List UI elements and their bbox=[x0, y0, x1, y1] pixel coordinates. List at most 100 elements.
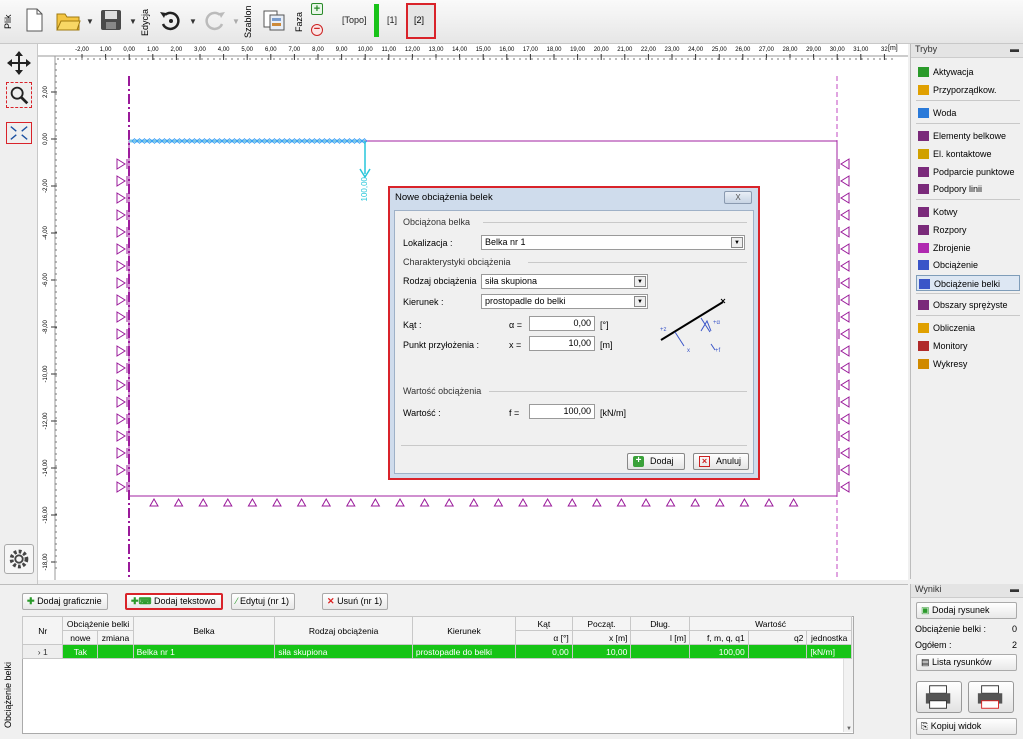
mode-item-13[interactable]: Obszary sprężyste bbox=[916, 297, 1020, 313]
mode-item-16[interactable]: Wykresy bbox=[916, 356, 1020, 372]
left-support bbox=[116, 447, 126, 459]
modes-panel-header: Tryby ▬ bbox=[911, 44, 1023, 58]
add-graphically-button[interactable]: ✚ Dodaj graficznie bbox=[22, 593, 108, 610]
chevron-down-icon[interactable]: ▼ bbox=[634, 276, 646, 287]
template-icon[interactable] bbox=[260, 6, 288, 34]
stage-2-button[interactable]: [2] bbox=[406, 3, 436, 39]
add-button[interactable]: + Dodaj bbox=[627, 453, 685, 470]
edit-menu-label[interactable]: Edycja bbox=[140, 4, 150, 40]
right-support bbox=[840, 430, 850, 442]
x-tick-label: 16,00 bbox=[499, 47, 515, 53]
settings-gear-icon[interactable] bbox=[4, 544, 34, 574]
col-nr: Nr bbox=[21, 616, 64, 645]
list-icon: ▤ bbox=[921, 657, 930, 667]
cell-unit: [kN/m] bbox=[806, 644, 852, 659]
print-export-icon[interactable] bbox=[968, 681, 1014, 713]
edit-button[interactable]: ⁄ Edytuj (nr 1) bbox=[231, 593, 296, 610]
mode-item-3[interactable]: Woda bbox=[916, 105, 1020, 121]
total-count-value: 2 bbox=[1011, 640, 1017, 650]
open-folder-icon[interactable] bbox=[54, 6, 82, 34]
add-stage-icon[interactable]: + bbox=[311, 3, 323, 15]
zoom-window-icon[interactable] bbox=[6, 82, 32, 108]
dialog-title: Nowe obciążenia belek bbox=[395, 192, 493, 203]
save-dropdown-icon[interactable]: ▼ bbox=[129, 17, 137, 26]
mode-item-label: Obszary sprężyste bbox=[933, 300, 1008, 310]
location-value: Belka nr 1 bbox=[485, 237, 526, 247]
new-file-icon[interactable] bbox=[20, 6, 48, 34]
x-tick-label: 0,00 bbox=[123, 47, 135, 53]
mode-item-label: Obciążenie bbox=[933, 260, 979, 270]
collapse-icon[interactable]: ▬ bbox=[1010, 44, 1019, 54]
stage-1-button[interactable]: [1] bbox=[387, 15, 397, 25]
mode-item-12[interactable]: Obciążenie belki bbox=[916, 275, 1020, 291]
group-line bbox=[489, 391, 747, 392]
undo-dropdown-icon[interactable]: ▼ bbox=[189, 17, 197, 26]
save-icon[interactable] bbox=[97, 6, 125, 34]
value-input[interactable]: 100,00 bbox=[529, 404, 595, 419]
copy-view-button[interactable]: ⎘ Kopiuj widok bbox=[916, 718, 1017, 735]
table-row[interactable]: › 1 Tak Belka nr 1 siła skupiona prostop… bbox=[21, 644, 852, 659]
mode-item-11[interactable]: Obciążenie bbox=[916, 257, 1020, 273]
mode-item-5[interactable]: El. kontaktowe bbox=[916, 146, 1020, 162]
x-tick-label: 13,00 bbox=[428, 47, 444, 53]
right-support bbox=[840, 294, 850, 306]
activation-icon bbox=[918, 67, 929, 77]
line-support-icon bbox=[918, 184, 929, 194]
template-menu-label[interactable]: Szablon bbox=[243, 4, 253, 40]
bottom-support bbox=[444, 497, 455, 507]
collapse-icon[interactable]: ▬ bbox=[1010, 584, 1019, 594]
mode-item-10[interactable]: Zbrojenie bbox=[916, 240, 1020, 256]
chevron-down-icon[interactable]: ▼ bbox=[634, 296, 646, 307]
x-tick-label: 2,00 bbox=[171, 47, 183, 53]
move-icon[interactable] bbox=[6, 50, 32, 76]
scroll-down-icon[interactable]: ▼ bbox=[844, 726, 854, 732]
edit-label: Edytuj (nr 1) bbox=[240, 596, 290, 606]
mode-item-6[interactable]: Podparcie punktowe bbox=[916, 164, 1020, 180]
col-value: Wartość bbox=[689, 616, 852, 631]
right-support bbox=[840, 209, 850, 221]
left-support bbox=[116, 430, 126, 442]
mode-item-9[interactable]: Rozpory bbox=[916, 222, 1020, 238]
mode-item-label: Zbrojenie bbox=[933, 243, 971, 253]
stage-menu-label[interactable]: Faza bbox=[294, 4, 304, 40]
mode-item-1[interactable]: Aktywacja bbox=[916, 64, 1020, 80]
add-textually-button[interactable]: ✚⌨ Dodaj tekstowo bbox=[125, 593, 223, 610]
file-menu-label[interactable]: Plik bbox=[3, 4, 13, 40]
delete-button[interactable]: ✕ Usuń (nr 1) bbox=[322, 593, 389, 610]
right-support bbox=[840, 192, 850, 204]
add-drawing-button[interactable]: ▣ Dodaj rysunek bbox=[916, 602, 1017, 619]
redo-dropdown-icon[interactable]: ▼ bbox=[232, 17, 240, 26]
x-tick-label: 24,00 bbox=[688, 47, 704, 53]
print-icon[interactable] bbox=[916, 681, 962, 713]
cancel-button[interactable]: × Anuluj bbox=[693, 453, 749, 470]
load-direction-diagram-icon: +z x +f +α bbox=[660, 298, 726, 354]
redo-icon[interactable] bbox=[200, 6, 228, 34]
mode-item-2[interactable]: Przyporządkow. bbox=[916, 82, 1020, 98]
dialog-close-button[interactable]: X bbox=[724, 191, 752, 204]
open-dropdown-icon[interactable]: ▼ bbox=[86, 17, 94, 26]
stage-topo-button[interactable]: [Topo] bbox=[342, 15, 367, 25]
angle-input[interactable]: 0,00 bbox=[529, 316, 595, 331]
x-tick-label: 14,00 bbox=[452, 47, 468, 53]
mode-separator bbox=[916, 123, 1020, 124]
mode-item-8[interactable]: Kotwy bbox=[916, 204, 1020, 220]
drawing-list-button[interactable]: ▤ Lista rysunków bbox=[916, 654, 1017, 671]
bottom-support bbox=[764, 497, 774, 507]
mode-item-7[interactable]: Podpory linii bbox=[916, 181, 1020, 197]
mode-item-label: El. kontaktowe bbox=[933, 149, 992, 159]
zoom-extents-icon[interactable] bbox=[6, 122, 32, 144]
load-type-select[interactable]: siła skupiona ▼ bbox=[481, 274, 648, 289]
mode-item-label: Przyporządkow. bbox=[933, 85, 997, 95]
mode-item-4[interactable]: Elementy belkowe bbox=[916, 128, 1020, 144]
remove-stage-icon[interactable]: − bbox=[311, 24, 323, 36]
direction-select[interactable]: prostopadle do belki ▼ bbox=[481, 294, 648, 309]
results-header: Wyniki ▬ bbox=[911, 584, 1023, 598]
mode-item-label: Monitory bbox=[933, 341, 968, 351]
undo-icon[interactable] bbox=[157, 6, 185, 34]
location-select[interactable]: Belka nr 1 ▼ bbox=[481, 235, 745, 250]
chevron-down-icon[interactable]: ▼ bbox=[731, 237, 743, 248]
beam-elements-icon bbox=[918, 131, 929, 141]
mode-item-14[interactable]: Obliczenia bbox=[916, 320, 1020, 336]
mode-item-15[interactable]: Monitory bbox=[916, 338, 1020, 354]
application-point-input[interactable]: 10,00 bbox=[529, 336, 595, 351]
